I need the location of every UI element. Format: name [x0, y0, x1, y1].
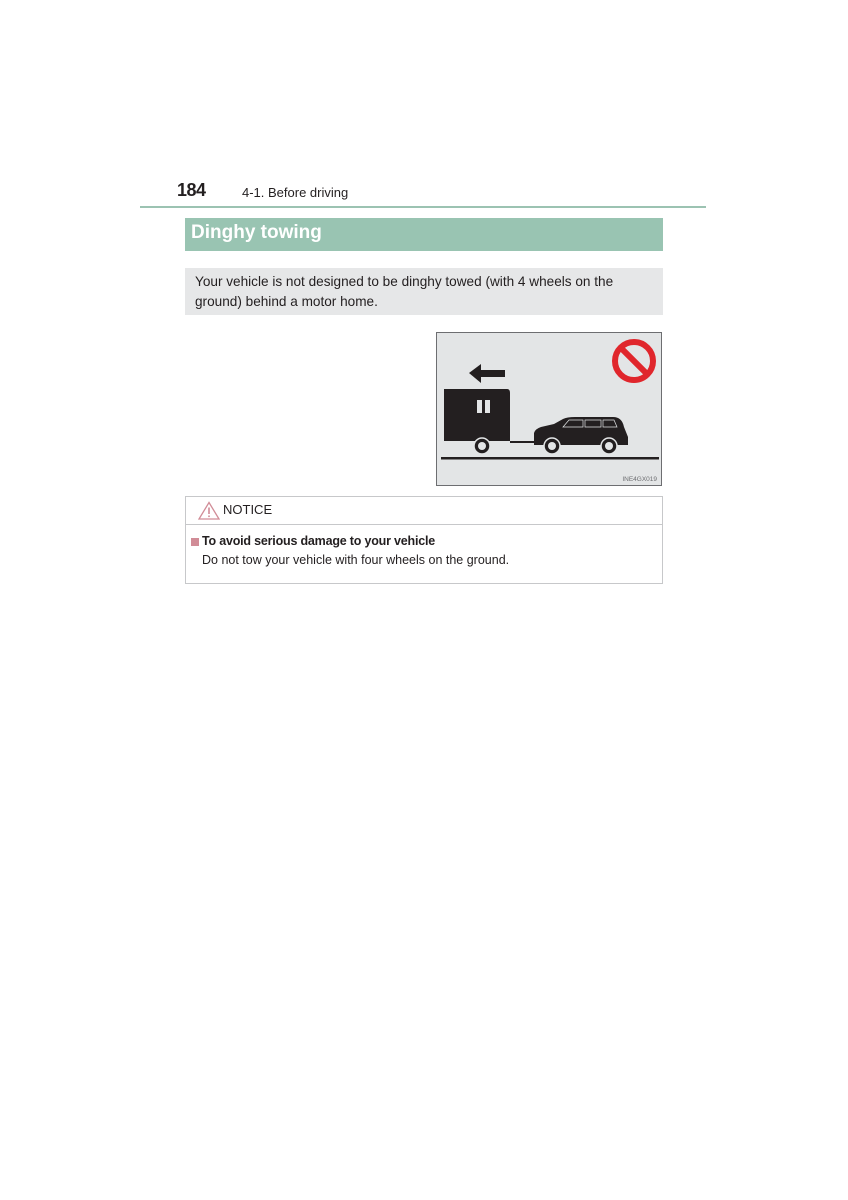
motor-home-icon	[444, 389, 540, 455]
header-divider	[140, 206, 706, 208]
page-header: 184 4-1. Before driving	[140, 180, 706, 208]
ground-line	[441, 457, 659, 460]
section-breadcrumb: 4-1. Before driving	[242, 185, 349, 200]
section-title: Dinghy towing	[191, 222, 322, 243]
arrow-left-icon	[469, 364, 505, 383]
notice-box: NOTICE To avoid serious damage to your v…	[185, 496, 663, 584]
dinghy-towing-illustration: INE4GX019	[436, 332, 662, 486]
notice-label: NOTICE	[223, 502, 273, 517]
intro-text: Your vehicle is not designed to be dingh…	[195, 274, 614, 309]
suv-icon	[534, 417, 628, 455]
illustration-canvas	[441, 339, 659, 460]
notice-item-title: To avoid serious damage to your vehicle	[202, 534, 436, 548]
prohibited-icon	[612, 339, 656, 383]
section-title-bar: Dinghy towing	[185, 218, 663, 251]
page-number: 184	[177, 180, 206, 200]
bullet-marker	[191, 538, 199, 546]
intro-box: Your vehicle is not designed to be dingh…	[185, 268, 663, 315]
notice-item-body: Do not tow your vehicle with four wheels…	[202, 553, 510, 567]
notice-header: NOTICE	[186, 497, 662, 525]
warning-triangle-icon	[198, 501, 220, 520]
figure-code: INE4GX019	[622, 476, 657, 483]
